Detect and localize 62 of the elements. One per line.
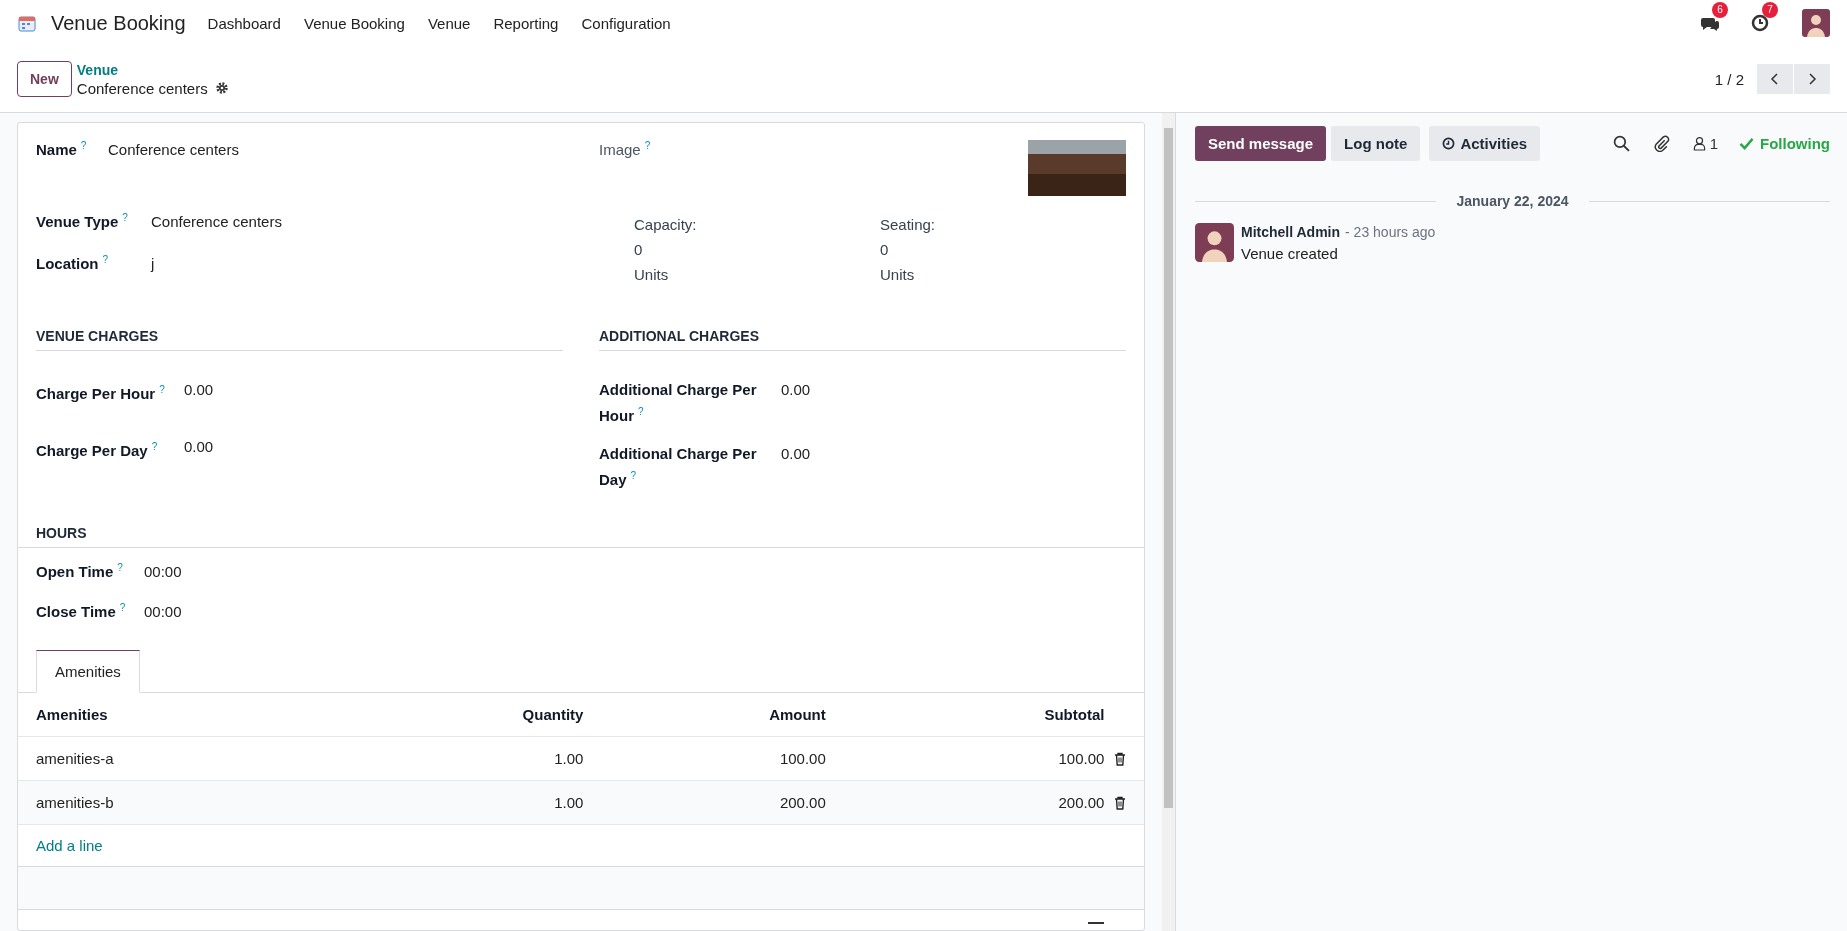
field-value[interactable]: 00:00 xyxy=(144,603,182,620)
menu-item[interactable]: Venue Booking xyxy=(303,14,405,32)
chatter-button[interactable]: Log note xyxy=(1331,126,1421,161)
notification-badge: 7 xyxy=(1762,2,1778,18)
field-label: Venue Type $^{?}$ xyxy=(36,212,129,230)
chatter-button[interactable]: Activities xyxy=(1429,126,1541,161)
menu-item[interactable]: Configuration xyxy=(581,14,671,32)
column-header[interactable]: Quantity xyxy=(330,706,584,723)
column-header[interactable]: Subtotal xyxy=(825,706,1105,723)
column-header[interactable]: Amount xyxy=(583,706,826,723)
record-title: Conference centers xyxy=(76,79,208,97)
column-header[interactable]: Amenities xyxy=(36,706,331,723)
field-label: Open Time $^{?}$ xyxy=(36,562,124,580)
stat-label: Seating: xyxy=(880,216,937,233)
field-value[interactable]: 0.00 xyxy=(781,443,811,465)
table-cell-text: 100.00 xyxy=(1057,750,1105,767)
new-button[interactable]: New xyxy=(17,61,72,97)
menu-item[interactable]: Dashboard xyxy=(207,14,281,32)
message-time: - 23 hours ago xyxy=(1345,224,1436,240)
notebook-tab[interactable]: Amenities xyxy=(36,650,140,693)
field-label: Image $^{?}$ xyxy=(599,140,651,160)
field-label: Charge Per Hour $^{?}$ xyxy=(36,383,166,404)
field-label: Location $^{?}$ xyxy=(36,254,110,272)
table-cell-text: 1.00 xyxy=(553,794,584,811)
menu-item[interactable]: Reporting xyxy=(493,14,559,32)
pager-counter[interactable]: 1 / 2 xyxy=(1714,70,1744,88)
chatter-button[interactable]: Send message xyxy=(1195,126,1327,161)
section-heading: VENUE CHARGES xyxy=(36,328,563,351)
add-line-link[interactable]: Add a line xyxy=(36,837,103,854)
notification-badge: 6 xyxy=(1712,2,1728,18)
table-cell-text: 200.00 xyxy=(778,794,826,811)
field-label: Close Time $^{?}$ xyxy=(36,602,127,620)
table-cell-text: 100.00 xyxy=(778,750,826,767)
field-value[interactable]: 00:00 xyxy=(144,563,182,580)
stat-unit: Units xyxy=(880,266,916,283)
field-label: Charge Per Day $^{?}$ xyxy=(36,440,159,461)
stat-unit: Units xyxy=(634,266,670,283)
field-label: Name $^{?}$ xyxy=(36,140,88,158)
field-label: Additional Charge Per Day $^{?}$ xyxy=(599,444,758,490)
field-label: Additional Charge Per Hour $^{?}$ xyxy=(599,380,758,426)
section-heading: ADDITIONAL CHARGES xyxy=(599,328,1126,351)
field-value[interactable]: j xyxy=(151,255,155,272)
field-value[interactable]: 0.00 xyxy=(184,436,214,458)
menu-item[interactable]: Venue xyxy=(427,14,471,32)
stat-value[interactable]: 0 xyxy=(880,241,1126,258)
table-cell-text: amenities-b xyxy=(36,794,115,811)
followers-button[interactable]: 1 xyxy=(1692,135,1718,152)
stat-value[interactable]: 0 xyxy=(634,241,880,258)
table-cell-text: amenities-a xyxy=(36,750,115,767)
field-value[interactable]: 0.00 xyxy=(184,379,214,401)
breadcrumb-link[interactable]: Venue xyxy=(76,61,229,78)
field-value[interactable]: 0.00 xyxy=(781,379,811,401)
message-body: Venue created xyxy=(1241,245,1339,262)
field-value[interactable]: Conference centers xyxy=(151,213,282,230)
date-separator: January 22, 2024 xyxy=(1456,193,1569,209)
section-heading: HOURS xyxy=(18,525,1144,548)
app-name[interactable]: Venue Booking xyxy=(51,11,186,35)
field-value[interactable]: Conference centers xyxy=(108,141,239,158)
stat-label: Capacity: xyxy=(634,216,698,233)
table-cell-text: 200.00 xyxy=(1057,794,1105,811)
table-cell-text: 1.00 xyxy=(553,750,584,767)
message-author[interactable]: Mitchell Admin xyxy=(1241,224,1341,240)
